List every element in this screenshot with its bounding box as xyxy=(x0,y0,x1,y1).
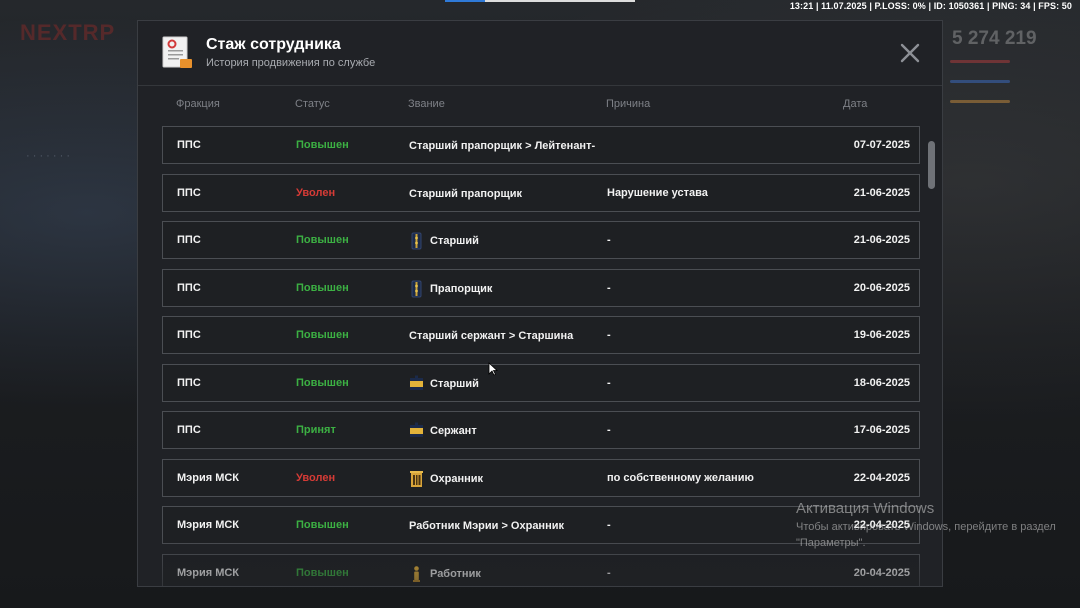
cell-rank: Охранник xyxy=(409,469,483,489)
cell-rank: Прапорщик xyxy=(409,279,492,299)
cell-rank: Старший прапорщик xyxy=(409,184,522,204)
cell-status: Повышен xyxy=(296,281,349,294)
cell-rank: Работник Мэрии > Охранник xyxy=(409,516,564,536)
close-icon[interactable] xyxy=(898,41,922,65)
cell-status: Принят xyxy=(296,424,336,436)
cell-rank-text: Охранник xyxy=(430,472,484,485)
game-logo: NEXTRP xyxy=(20,20,116,45)
cell-rank: Сержант xyxy=(409,421,477,441)
health-bar xyxy=(950,60,1010,63)
cell-faction: Мэрия МСК xyxy=(177,566,240,579)
table-row[interactable]: Мэрия МСК Повышен Работник - 20-04-2025 xyxy=(162,553,920,586)
cell-rank: Старший xyxy=(409,374,479,394)
cell-date: 07-07-2025 xyxy=(853,139,910,151)
table-row[interactable]: ППС Повышен Старший - 18-06-2025 xyxy=(162,363,920,402)
cell-status: Повышен xyxy=(296,566,349,579)
cell-faction: ППС xyxy=(177,424,201,436)
document-icon xyxy=(162,36,192,68)
table-row[interactable]: Мэрия МСК Уволен Охранник по собственному ж… xyxy=(162,458,920,497)
cell-reason: - xyxy=(607,519,611,531)
cell-rank: Старший прапорщик > Лейтенант- xyxy=(409,136,595,156)
table-row[interactable]: ППС Повышен Прапорщик - 20-06-2025 xyxy=(162,268,920,307)
shoulder-strap-stripes-icon xyxy=(409,422,424,440)
cell-date: 22-04-2025 xyxy=(853,471,910,484)
cell-date: 17-06-2025 xyxy=(853,424,910,436)
column-header-date: Дата xyxy=(843,98,868,110)
money-display: 5 274 219 xyxy=(952,28,1037,49)
table-row[interactable]: ППС Повышен Старший сержант > Старшина - 19-… xyxy=(162,316,920,354)
cell-status: Повышен xyxy=(296,329,349,341)
column-header-faction: Фракция xyxy=(176,98,220,110)
worker-icon xyxy=(409,565,424,583)
cell-reason: - xyxy=(607,424,611,436)
cell-faction: ППС xyxy=(177,139,201,151)
cell-date: 20-06-2025 xyxy=(853,281,910,294)
cell-date: 19-06-2025 xyxy=(853,329,910,341)
shoulder-strap-stars-icon xyxy=(409,232,424,250)
cell-rank-text: Старший xyxy=(430,235,479,247)
modal-header: Стаж сотрудника История продвижения по с… xyxy=(138,21,942,86)
table-row[interactable]: ППС Повышен Старший прапорщик > Лейтенант-… xyxy=(162,126,920,164)
cell-reason: - xyxy=(607,329,611,341)
windows-activation-watermark: Активация Windows Чтобы активировать Win… xyxy=(796,500,1056,551)
column-header-status: Статус xyxy=(295,98,330,110)
top-progress-strip xyxy=(445,0,635,2)
building-icon xyxy=(409,470,424,488)
cell-status: Уволен xyxy=(296,186,336,199)
cell-faction: Мэрия МСК xyxy=(177,471,240,484)
cell-status: Повышен xyxy=(296,234,349,246)
cell-rank-text: Работник Мэрии > Охранник xyxy=(409,520,564,532)
cell-faction: Мэрия МСК xyxy=(177,519,240,531)
hunger-bar xyxy=(950,100,1010,103)
cell-reason: - xyxy=(607,281,611,294)
cell-date: 18-06-2025 xyxy=(853,376,910,389)
cell-rank-text: Прапорщик xyxy=(430,282,493,295)
cell-rank: Работник xyxy=(409,564,481,584)
windows-activation-title: Активация Windows xyxy=(796,500,935,517)
cell-rank: Старший xyxy=(409,231,479,251)
hud-info-text: 13:21 | 11.07.2025 | P.LOSS: 0% | ID: 10… xyxy=(789,1,1072,11)
scrollbar-thumb[interactable] xyxy=(928,141,935,189)
cell-rank-text: Сержант xyxy=(430,425,477,437)
cell-date: 21-06-2025 xyxy=(853,234,910,246)
cell-reason: по собственному желанию xyxy=(607,471,754,484)
cell-reason: - xyxy=(607,376,611,389)
cell-faction: ППС xyxy=(177,234,201,246)
mouse-cursor-icon xyxy=(488,362,498,376)
cell-faction: ППС xyxy=(177,329,201,341)
cell-reason: Нарушение устава xyxy=(607,186,708,199)
cell-rank-text: Старший прапорщик > Лейтенант- xyxy=(409,140,596,152)
armor-bar xyxy=(950,80,1010,83)
cell-faction: ППС xyxy=(177,376,201,389)
cell-rank-text: Старший xyxy=(430,377,479,390)
background-blurred-text: · · · · · · · xyxy=(26,150,70,162)
table-row[interactable]: ППС Уволен Старший прапорщик Нарушение уста… xyxy=(162,173,920,212)
table-row[interactable]: ППС Принят Сержант - 17-06-2025 xyxy=(162,411,920,449)
column-header-rank: Звание xyxy=(408,98,445,110)
cell-rank: Старший сержант > Старшина xyxy=(409,326,573,346)
cell-status: Повышен xyxy=(296,376,349,389)
cell-faction: ППС xyxy=(177,281,201,294)
column-header-reason: Причина xyxy=(606,98,651,110)
modal-subtitle: История продвижения по службе xyxy=(206,57,376,69)
shoulder-strap-stars-icon xyxy=(409,280,424,298)
windows-activation-text: Чтобы активировать Windows, перейдите в … xyxy=(796,521,1056,549)
cell-reason: - xyxy=(607,566,611,579)
cell-rank-text: Старший прапорщик xyxy=(409,187,523,200)
table-row[interactable]: ППС Повышен Старший - 21-06-2025 xyxy=(162,221,920,259)
shoulder-strap-stripes-icon xyxy=(409,375,424,393)
cell-date: 21-06-2025 xyxy=(853,186,910,199)
cell-rank-text: Работник xyxy=(430,567,481,580)
cell-reason: - xyxy=(607,234,611,246)
cell-status: Повышен xyxy=(296,519,349,531)
cell-status: Повышен xyxy=(296,139,349,151)
cell-faction: ППС xyxy=(177,186,201,199)
cell-rank-text: Старший сержант > Старшина xyxy=(409,330,574,342)
table-header: Фракция Статус Звание Причина Дата xyxy=(138,98,942,114)
modal-title: Стаж сотрудника xyxy=(206,36,341,53)
cell-status: Уволен xyxy=(296,471,336,484)
cell-date: 20-04-2025 xyxy=(853,566,910,579)
